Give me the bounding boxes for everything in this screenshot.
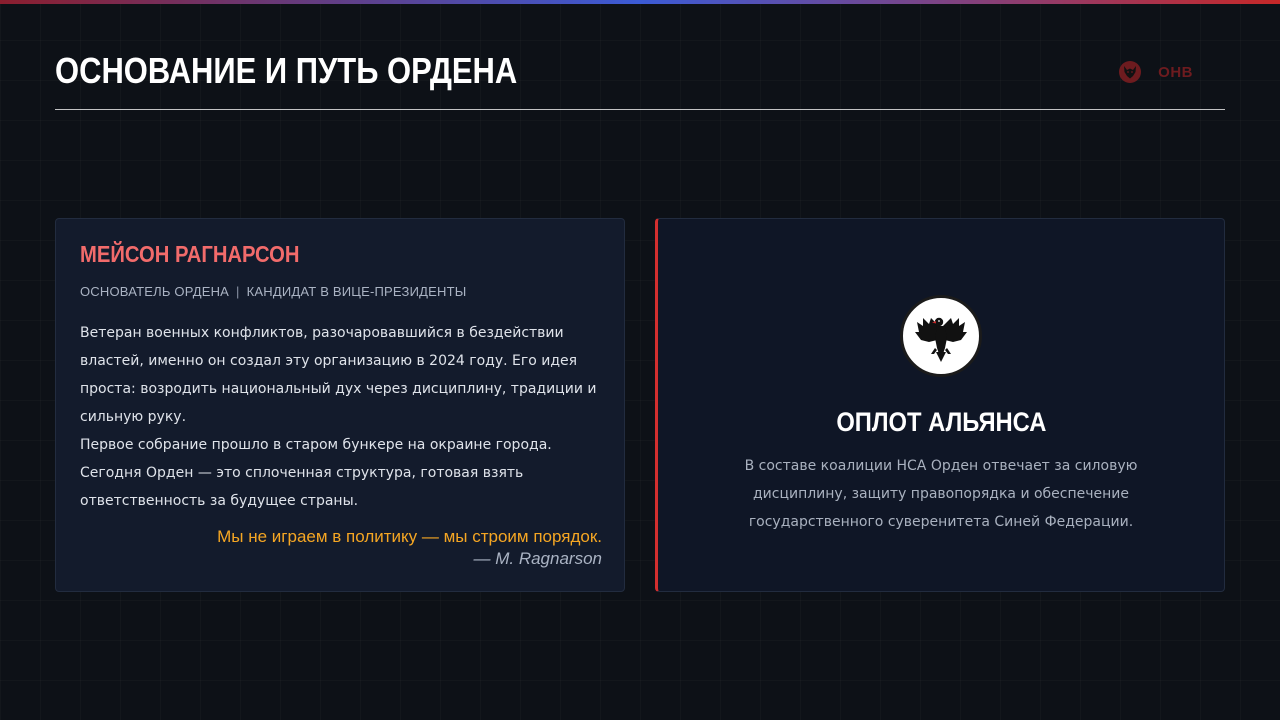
black-eagle-icon [900, 295, 982, 377]
alliance-title: ОПЛОТ АЛЬЯНСА [835, 407, 1047, 437]
founder-bio-paragraph: Первое собрание прошло в старом бункере … [80, 437, 552, 509]
founder-quote: Мы не играем в политику — мы строим поря… [217, 527, 602, 546]
founder-role-primary: ОСНОВАТЕЛЬ ОРДЕНА [80, 284, 230, 299]
founder-card: МЕЙСОН РАГНАРСОН ОСНОВАТЕЛЬ ОРДЕНА | КАНДИ… [55, 218, 625, 592]
alliance-description: В составе коалиции НСА Орден отвечает за… [744, 458, 1138, 530]
role-separator: | [236, 284, 240, 299]
alliance-card: ОПЛОТ АЛЬЯНСА В составе коалиции НСА Орд… [655, 218, 1225, 592]
page-header: ОСНОВАНИЕ И ПУТЬ ОРДЕНА ОНВ [55, 48, 1225, 110]
founder-name: МЕЙСОН РАГНАРСОН [80, 241, 300, 267]
brand-text: ОНВ [1158, 63, 1193, 81]
page-title: ОСНОВАНИЕ И ПУТЬ ОРДЕНА [55, 50, 518, 91]
founder-bio-paragraph: Ветеран военных конфликтов, разочаровавш… [80, 325, 597, 425]
quote-author: — M. Ragnarson [473, 549, 603, 568]
brand: ОНВ [1118, 60, 1193, 84]
founder-quote-block: Мы не играем в политику — мы строим поря… [80, 527, 602, 569]
wolf-head-icon [1118, 60, 1142, 84]
top-gradient-bar [0, 0, 1280, 4]
founder-role: ОСНОВАТЕЛЬ ОРДЕНА | КАНДИДАТ В ВИЦЕ-ПРЕЗИД… [80, 284, 600, 299]
founder-role-secondary: КАНДИДАТ В ВИЦЕ-ПРЕЗИДЕНТЫ [246, 284, 467, 299]
